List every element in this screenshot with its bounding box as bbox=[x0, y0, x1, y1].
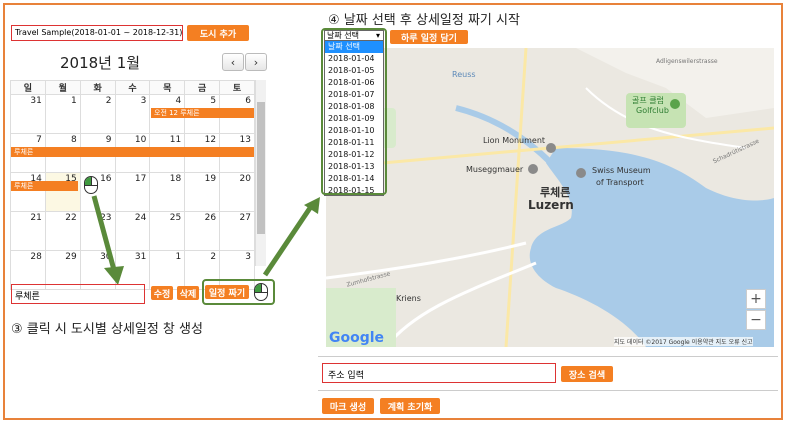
delete-button[interactable]: 삭제 bbox=[177, 286, 199, 300]
google-logo: Google bbox=[329, 330, 385, 346]
map-label: Golfclub bbox=[636, 106, 669, 115]
add-day-plan-button[interactable]: 하루 일정 담기 bbox=[390, 30, 468, 44]
make-marks-button[interactable]: 마크 생성 bbox=[322, 398, 374, 414]
zoom-out-button[interactable]: − bbox=[746, 310, 766, 330]
edit-button[interactable]: 수정 bbox=[151, 286, 173, 300]
divider bbox=[318, 390, 778, 391]
search-place-button[interactable]: 장소 검색 bbox=[561, 366, 613, 382]
highlight-box bbox=[321, 28, 387, 195]
map-view[interactable]: Lion Monument Museggmauer 골프 클럽 Golfclub… bbox=[326, 48, 774, 347]
reset-plan-button[interactable]: 계획 초기화 bbox=[380, 398, 440, 414]
map-label: Reuss bbox=[452, 70, 476, 79]
zoom-in-button[interactable]: + bbox=[746, 289, 766, 309]
map-label: Adligenswilerstrasse bbox=[656, 58, 718, 65]
step3-caption: ③ 클릭 시 도시별 상세일정 창 생성 bbox=[11, 322, 203, 337]
address-input[interactable]: 주소 입력 bbox=[322, 363, 556, 383]
divider bbox=[318, 356, 778, 357]
step4-caption: ④ 날짜 선택 후 상세일정 짜기 시작 bbox=[328, 13, 520, 28]
map-label: Kriens bbox=[396, 294, 421, 303]
map-label: Lion Monument bbox=[483, 136, 546, 145]
map-label: 골프 클럽 bbox=[632, 96, 664, 105]
city-input[interactable]: 루체른 bbox=[11, 284, 145, 304]
mouse-click-icon bbox=[254, 283, 268, 301]
plan-schedule-button[interactable]: 일정 짜기 bbox=[205, 285, 249, 299]
map-attribution[interactable]: 지도 데이터 ©2017 Google 이용약관 지도 오류 신고 bbox=[614, 337, 753, 346]
map-label: Museggmauer bbox=[466, 165, 524, 174]
map-label: Swiss Museum bbox=[592, 166, 651, 175]
map-label: of Transport bbox=[596, 178, 644, 187]
map-city-label: Luzern bbox=[528, 198, 574, 212]
